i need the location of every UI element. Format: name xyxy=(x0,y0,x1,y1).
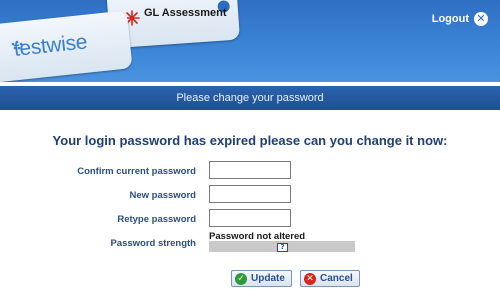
brand-partner-name: GL Assessment xyxy=(144,7,227,19)
logout-button[interactable]: Logout ✕ xyxy=(432,12,488,26)
header: GL Assessment testwise Logout ✕ xyxy=(0,0,500,82)
retype-password-field[interactable] xyxy=(209,209,291,227)
close-circle-icon[interactable]: ✕ xyxy=(474,12,488,26)
question-icon[interactable]: ? xyxy=(277,243,288,252)
logout-label: Logout xyxy=(431,13,469,25)
new-password-label: New password xyxy=(129,190,196,201)
update-button[interactable]: ✓ Update xyxy=(231,270,292,287)
page-banner: Please change your password xyxy=(0,86,500,110)
cancel-button[interactable]: ✕ Cancel xyxy=(300,270,360,287)
check-icon: ✓ xyxy=(235,272,247,285)
confirm-current-password-field[interactable] xyxy=(209,161,291,179)
retype-password-label: Retype password xyxy=(117,214,196,225)
confirm-current-password-label: Confirm current password xyxy=(77,166,196,177)
app-window: GL Assessment testwise Logout ✕ Please c… xyxy=(0,0,500,296)
new-password-field[interactable] xyxy=(209,185,291,203)
cancel-button-label: Cancel xyxy=(320,273,353,284)
page-title: Your login password has expired please c… xyxy=(52,133,448,148)
update-button-label: Update xyxy=(251,273,285,284)
password-strength-label: Password strength xyxy=(110,238,196,249)
cross-icon: ✕ xyxy=(304,272,316,285)
gl-assessment-logo-text: GL Assessment xyxy=(144,7,227,19)
